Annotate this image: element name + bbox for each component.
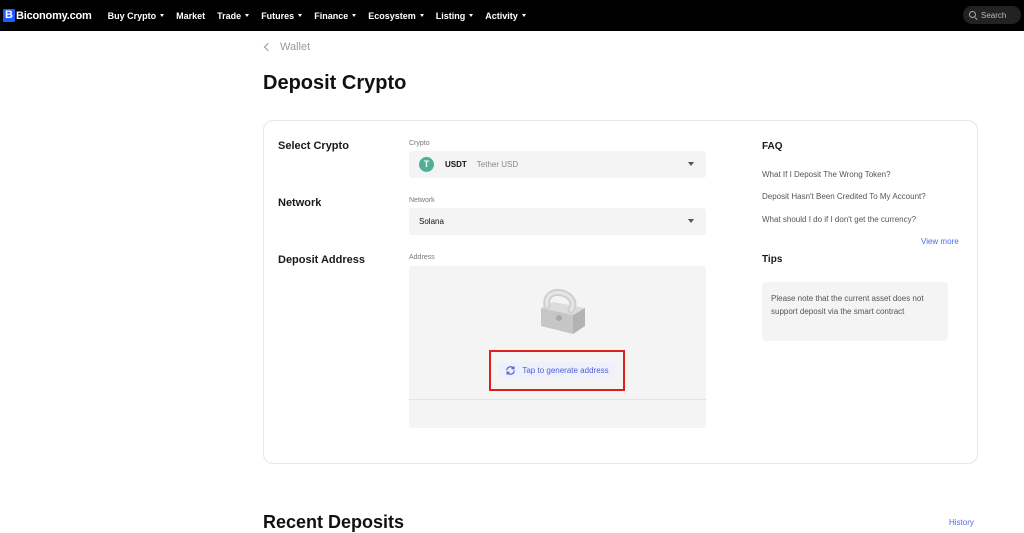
network-value: Solana	[419, 217, 444, 226]
network-field-label: Network	[409, 197, 435, 204]
dropdown-arrow-icon	[688, 162, 694, 166]
caret-down-icon	[298, 14, 303, 17]
crypto-select[interactable]: T USDT Tether USD	[409, 151, 706, 178]
caret-down-icon	[160, 14, 165, 17]
lock-illustration-icon	[541, 289, 585, 334]
nav-item-buy-crypto[interactable]: Buy Crypto	[108, 11, 165, 21]
nav-item-label: Ecosystem	[368, 10, 416, 21]
nav-item-finance[interactable]: Finance	[314, 10, 357, 21]
nav-item-listing[interactable]: Listing	[436, 11, 474, 21]
deposit-address-label: Deposit Address	[278, 254, 366, 266]
view-more-link[interactable]: View more	[921, 237, 959, 246]
tips-text: Please note that the current asset does …	[771, 294, 924, 316]
select-crypto-label: Select Crypto	[278, 140, 349, 152]
caret-down-icon	[245, 14, 250, 17]
search-icon	[969, 11, 977, 19]
search-placeholder: Search	[981, 10, 1007, 20]
nav-item-label: Finance	[314, 10, 349, 21]
address-box: Tap to generate address	[409, 266, 706, 428]
logo-mark-icon: B	[3, 9, 15, 22]
recent-deposits-title: Recent Deposits	[263, 512, 405, 532]
nav-item-futures[interactable]: Futures	[261, 10, 303, 21]
page-title: Deposit Crypto	[263, 72, 407, 94]
nav-item-label: Activity	[485, 10, 518, 21]
brand-logo[interactable]: B Biconomy.com	[3, 9, 92, 22]
search-input[interactable]: Search	[963, 6, 1021, 24]
breadcrumb-back-wallet[interactable]: Wallet	[263, 41, 310, 53]
crypto-symbol: USDT	[445, 160, 467, 169]
nav-item-label: Listing	[435, 10, 466, 21]
history-link[interactable]: History	[949, 518, 974, 527]
nav-item-label: Trade	[217, 10, 242, 21]
network-label: Network	[278, 197, 322, 209]
faq-item[interactable]: Deposit Hasn't Been Credited To My Accou…	[762, 192, 926, 201]
nav-item-label: Market	[176, 10, 206, 21]
generate-address-label: Tap to generate address	[522, 366, 609, 375]
caret-down-icon	[521, 14, 526, 17]
faq-title: FAQ	[762, 141, 783, 152]
deposit-card: Select Crypto Crypto T USDT Tether USD N…	[263, 120, 978, 464]
tips-title: Tips	[762, 254, 783, 265]
caret-down-icon	[419, 14, 424, 17]
crypto-name: Tether USD	[476, 160, 519, 169]
nav-item-trade[interactable]: Trade	[217, 10, 250, 21]
top-nav: B Biconomy.com Buy Crypto Market Trade F…	[0, 0, 1024, 31]
nav-item-ecosystem[interactable]: Ecosystem	[368, 11, 424, 21]
dropdown-arrow-icon	[688, 219, 694, 223]
nav-menu: Buy Crypto Market Trade Futures Finance …	[108, 11, 538, 21]
nav-item-activity[interactable]: Activity	[485, 11, 526, 21]
faq-item[interactable]: What should I do if I don't get the curr…	[762, 215, 916, 224]
chevron-left-icon	[263, 42, 273, 52]
nav-item-market[interactable]: Market	[176, 11, 205, 21]
caret-down-icon	[352, 14, 357, 17]
address-divider	[409, 399, 706, 400]
generate-address-button[interactable]: Tap to generate address	[489, 350, 625, 391]
nav-item-label: Futures	[261, 10, 295, 21]
tether-coin-icon: T	[419, 157, 434, 172]
refresh-icon	[506, 366, 516, 375]
caret-down-icon	[469, 14, 474, 17]
brand-name: Biconomy.com	[16, 9, 92, 22]
tips-box: Please note that the current asset does …	[762, 282, 948, 341]
faq-item[interactable]: What If I Deposit The Wrong Token?	[762, 170, 891, 179]
nav-item-label: Buy Crypto	[107, 10, 157, 21]
breadcrumb-label: Wallet	[280, 41, 311, 53]
address-field-label: Address	[409, 254, 435, 261]
network-select[interactable]: Solana	[409, 208, 706, 235]
generate-address-inner: Tap to generate address	[499, 362, 615, 379]
crypto-field-label: Crypto	[409, 140, 430, 147]
